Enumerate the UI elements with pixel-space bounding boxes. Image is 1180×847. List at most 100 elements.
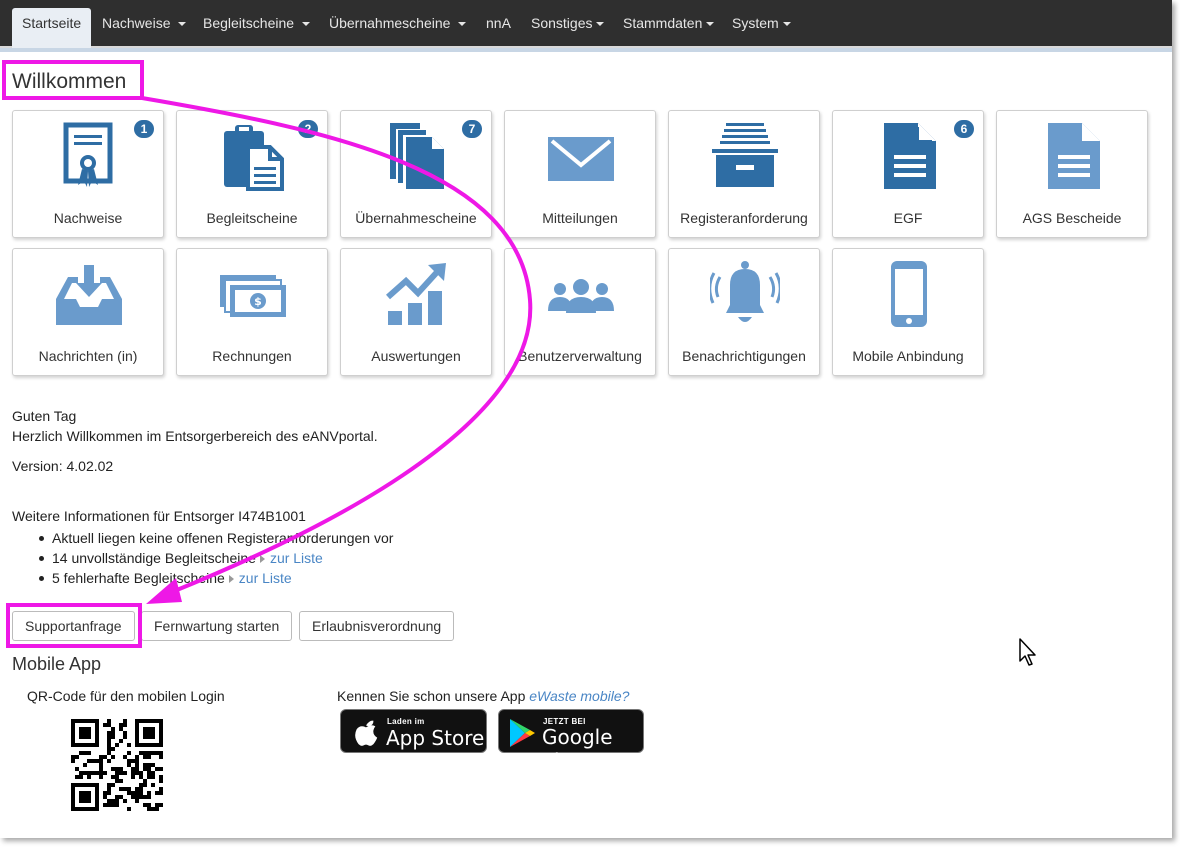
nav-label: Nachweise — [102, 15, 175, 31]
info-heading: Weitere Informationen für Entsorger I474… — [12, 508, 306, 524]
link-zur-liste[interactable]: zur Liste — [239, 570, 292, 586]
info-item-text: 14 unvollständige Begleitscheine — [52, 550, 256, 566]
google-play-button[interactable]: JETZT BEI Google Play — [498, 709, 644, 773]
appstore-small-text: Laden im — [387, 717, 425, 726]
count-badge: 2 — [298, 120, 318, 138]
stacked-documents-icon — [390, 123, 444, 189]
nav-label: System — [732, 15, 779, 31]
nav-label: Begleitscheine — [203, 15, 298, 31]
link-zur-liste[interactable]: zur Liste — [270, 550, 323, 566]
svg-text:$: $ — [254, 295, 262, 308]
app-promo-text: Kennen Sie schon unsere App — [337, 688, 530, 704]
certificate-icon — [63, 122, 113, 187]
tile-label: Mitteilungen — [542, 210, 618, 226]
tile-egf[interactable]: 6 EGF — [832, 110, 984, 238]
tile-benachrichtigungen[interactable]: Benachrichtigungen — [668, 248, 820, 376]
mobile-phone-icon — [891, 261, 927, 327]
bell-icon — [710, 261, 780, 322]
ewaste-mobile-link[interactable]: eWaste mobile? — [529, 688, 629, 704]
highlight-box-support — [6, 603, 142, 648]
caret-down-icon — [782, 22, 791, 27]
welcome-message: Herzlich Willkommen im Entsorgerbereich … — [12, 428, 378, 444]
nav-label: Übernahmescheine — [329, 15, 455, 31]
tile-uebernahmescheine[interactable]: 7 Übernahmescheine — [340, 110, 492, 238]
caret-down-icon — [706, 22, 715, 27]
nav-nachweise[interactable]: Nachweise — [102, 0, 187, 48]
googleplay-big-text: Google Play — [542, 725, 613, 773]
tile-label: Benutzerverwaltung — [518, 348, 642, 364]
tile-label: Begleitscheine — [206, 210, 298, 226]
triangle-right-icon — [228, 575, 234, 584]
tile-label: Nachrichten (in) — [38, 348, 138, 364]
nav-system[interactable]: System — [732, 0, 791, 48]
info-list: Aktuell liegen keine offenen Registeranf… — [38, 528, 393, 588]
envelope-icon — [548, 137, 614, 181]
appstore-big-text: App Store — [386, 726, 485, 750]
tile-label: Mobile Anbindung — [852, 348, 964, 364]
list-item: 14 unvollständige Begleitscheine zur List… — [38, 548, 393, 568]
qr-code-image — [71, 719, 163, 811]
caret-down-icon — [458, 22, 467, 27]
clipboard-document-icon — [224, 125, 284, 191]
tile-label: Übernahmescheine — [355, 210, 477, 226]
tile-label: AGS Bescheide — [1022, 210, 1122, 226]
nav-label: Startseite — [22, 15, 82, 31]
info-item-text: Aktuell liegen keine offenen Registeranf… — [52, 530, 394, 546]
tile-mobile-anbindung[interactable]: Mobile Anbindung — [832, 248, 984, 376]
nav-label: Sonstiges — [531, 15, 593, 31]
count-badge: 7 — [462, 120, 482, 138]
document-lines-light-icon — [1048, 123, 1100, 189]
file-drawer-icon — [712, 123, 778, 187]
version-text: Version: 4.02.02 — [12, 458, 114, 474]
app-promo: Kennen Sie schon unsere App eWaste mobil… — [337, 688, 629, 704]
triangle-right-icon — [259, 555, 265, 564]
tile-ags-bescheide[interactable]: AGS Bescheide — [996, 110, 1148, 238]
qr-label: QR-Code für den mobilen Login — [27, 688, 225, 704]
navbar-underline — [0, 48, 1172, 52]
nav-startseite[interactable]: Startseite — [12, 8, 92, 48]
nav-uebernahmescheine[interactable]: Übernahmescheine — [329, 0, 467, 48]
tile-nachrichten-in[interactable]: Nachrichten (in) — [12, 248, 164, 376]
tile-label: Nachweise — [53, 210, 123, 226]
greeting-text: Guten Tag — [12, 408, 77, 424]
inbox-download-icon — [56, 265, 122, 325]
tile-nachweise[interactable]: 1 Nachweise — [12, 110, 164, 238]
highlight-box-title — [2, 60, 144, 100]
users-group-icon — [548, 279, 614, 313]
tile-label: Benachrichtigungen — [682, 348, 806, 364]
list-item: Aktuell liegen keine offenen Registeranf… — [38, 528, 393, 548]
top-navbar: Startseite Nachweise Begleitscheine Über… — [0, 0, 1172, 48]
tile-label: Rechnungen — [212, 348, 292, 364]
growth-chart-icon — [386, 263, 446, 325]
tile-label: Auswertungen — [371, 348, 461, 364]
tile-auswertungen[interactable]: Auswertungen — [340, 248, 492, 376]
info-item-text: 5 fehlerhafte Begleitscheine — [52, 570, 225, 586]
mouse-cursor-icon — [1019, 638, 1036, 666]
tile-begleitscheine[interactable]: 2 Begleitscheine — [176, 110, 328, 238]
nav-label: Stammdaten — [623, 15, 703, 31]
tile-label: Registeranforderung — [680, 210, 808, 226]
nav-stammdaten[interactable]: Stammdaten — [623, 0, 715, 48]
tile-registeranforderung[interactable]: Registeranforderung — [668, 110, 820, 238]
nav-begleitscheine[interactable]: Begleitscheine — [203, 0, 310, 48]
tile-benutzerverwaltung[interactable]: Benutzerverwaltung — [504, 248, 656, 376]
apple-logo-icon — [355, 720, 378, 746]
count-badge: 6 — [954, 120, 974, 138]
google-play-logo-icon — [510, 719, 535, 747]
erlaubnisverordnung-button[interactable]: Erlaubnisverordnung — [299, 611, 455, 641]
list-item: 5 fehlerhafte Begleitscheine zur Liste — [38, 568, 393, 588]
tile-mitteilungen[interactable]: Mitteilungen — [504, 110, 656, 238]
caret-down-icon — [301, 22, 310, 27]
mobile-app-heading: Mobile App — [12, 654, 102, 674]
tile-label: EGF — [893, 210, 923, 226]
count-badge: 1 — [134, 120, 154, 138]
caret-down-icon — [178, 22, 187, 27]
fernwartung-button[interactable]: Fernwartung starten — [141, 611, 293, 641]
caret-down-icon — [596, 22, 605, 27]
tile-rechnungen[interactable]: $ Rechnungen — [176, 248, 328, 376]
nav-sonstiges[interactable]: Sonstiges — [531, 0, 605, 48]
nav-label: nnA — [486, 15, 511, 31]
app-store-button[interactable]: Laden im App Store — [340, 709, 487, 753]
nav-nna[interactable]: nnA — [486, 0, 511, 48]
document-lines-icon — [884, 123, 936, 189]
